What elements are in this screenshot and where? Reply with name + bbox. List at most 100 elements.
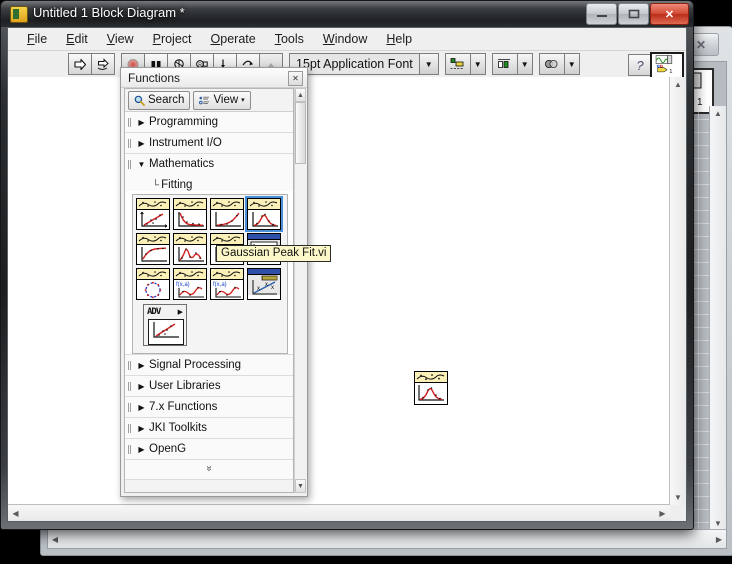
menu-tools[interactable]: Tools (266, 30, 313, 48)
chevron-right-icon: ▶ (177, 309, 183, 316)
run-continuously-icon[interactable] (92, 54, 114, 74)
palette-advanced-subpalette[interactable]: ADV ▶ (143, 304, 187, 346)
scroll-up-icon[interactable]: ▲ (710, 106, 726, 120)
palette-category-label: Programming (149, 116, 219, 128)
palette-vi-nonlinear-curve-fit[interactable]: f(x,a) (173, 268, 207, 300)
palette-category-programming[interactable]: ▶ Programming (125, 112, 293, 133)
palette-body: Search View ▾ ▶ Programming ▶ Instrument… (124, 88, 294, 493)
palette-category-instrument-io[interactable]: ▶ Instrument I/O (125, 133, 293, 154)
scroll-left-icon[interactable]: ◀ (8, 505, 23, 521)
list-view-icon (199, 95, 210, 106)
menu-file[interactable]: FFileile (18, 30, 56, 48)
menu-help[interactable]: Help (377, 30, 421, 48)
palette-subcategory-fitting[interactable]: └ Fitting (125, 174, 293, 191)
scroll-down-icon[interactable]: ▼ (295, 479, 306, 493)
front-panel-vscrollbar[interactable]: ▲ ▼ (709, 106, 726, 530)
palette-vi-fitting-express[interactable]: x x x (247, 268, 281, 300)
block-diagram-canvas[interactable]: ▲ ▼ ◀ ▶ (8, 77, 686, 521)
palette-category-signal-processing[interactable]: ▶ Signal Processing (125, 354, 293, 376)
block-diagram-vi-icon[interactable]: 1 (650, 52, 684, 80)
palette-vi-logarithm-fit[interactable] (136, 233, 170, 265)
chevron-down-icon[interactable]: ▼ (469, 54, 485, 74)
palette-vi-power-fit[interactable] (210, 198, 244, 230)
vi-plot (248, 210, 280, 230)
close-button[interactable]: ✕ (650, 3, 689, 25)
scroll-down-icon[interactable]: ▼ (710, 516, 726, 530)
svg-text:x: x (265, 282, 268, 288)
drag-grip-icon (125, 402, 134, 412)
palette-vi-exponential-fit[interactable] (173, 198, 207, 230)
vi-band (174, 199, 206, 210)
palette-vi-polynomial-fit[interactable] (173, 233, 207, 265)
labview-vi-icon (10, 6, 28, 23)
chevron-right-icon: ▶ (138, 360, 145, 370)
menu-project[interactable]: Project (144, 30, 201, 48)
palette-category-openg[interactable]: ▶ OpenG (125, 439, 293, 460)
canvas-vscrollbar[interactable]: ▲ ▼ (669, 77, 686, 505)
reorder-button[interactable]: ▼ (538, 53, 580, 75)
palette-category-label: Mathematics (149, 158, 215, 170)
palette-subcategory-label: Fitting (161, 179, 193, 191)
front-panel-hscrollbar[interactable]: ◀ ▶ (48, 529, 726, 548)
chevron-down-icon: ▾ (241, 97, 245, 104)
context-help-button[interactable]: ? (628, 54, 652, 76)
block-diagram-window[interactable]: Untitled 1 Block Diagram * ✕ FFileile Ed… (0, 0, 694, 530)
palette-search-button[interactable]: Search (128, 90, 191, 110)
magnifier-icon (134, 95, 145, 106)
vi-node-gaussian-peak-fit[interactable] (414, 371, 448, 405)
scroll-left-icon[interactable]: ◀ (48, 530, 62, 548)
scroll-right-icon[interactable]: ▶ (655, 505, 670, 521)
palette-view-label: View (213, 94, 239, 106)
scroll-right-icon[interactable]: ▶ (712, 530, 726, 548)
palette-scroll-thumb[interactable] (295, 102, 306, 164)
drag-grip-icon (125, 159, 134, 169)
menu-window[interactable]: Window (314, 30, 376, 48)
svg-text:1: 1 (669, 69, 672, 74)
vi-plot: f(x,a) (174, 280, 206, 300)
font-selector[interactable]: 15pt Application Font ▼ (289, 53, 439, 75)
menu-view[interactable]: View (98, 30, 143, 48)
vi-plot (137, 280, 169, 300)
palette-vi-fit-on-circle[interactable] (136, 268, 170, 300)
palette-category-label: JKI Toolkits (149, 422, 207, 434)
vi-band (248, 199, 280, 210)
menu-edit[interactable]: Edit (57, 30, 97, 48)
restore-button[interactable] (618, 3, 649, 25)
chevron-down-icon[interactable]: ▼ (563, 54, 579, 74)
palette-category-7x-functions[interactable]: ▶ 7.x Functions (125, 397, 293, 418)
palette-expand-more-button[interactable]: » (125, 460, 293, 479)
drag-grip-icon (125, 423, 134, 433)
scroll-up-icon[interactable]: ▲ (670, 77, 686, 92)
palette-view-button[interactable]: View ▾ (193, 90, 251, 110)
minimize-button[interactable] (586, 3, 617, 25)
chevron-right-icon: ▶ (138, 423, 145, 433)
palette-vscrollbar[interactable]: ▲ ▼ (294, 88, 306, 493)
palette-title: Functions (128, 71, 181, 85)
palette-vi-linear-fit[interactable] (136, 198, 170, 230)
svg-text:f(x,a): f(x,a) (176, 282, 190, 288)
vi-plot: f(x,a) (211, 280, 243, 300)
title-bar[interactable]: Untitled 1 Block Diagram * ✕ (1, 1, 693, 27)
chevron-down-icon: ▼ (137, 159, 146, 169)
chevron-down-icon[interactable]: ▼ (418, 54, 438, 74)
chevron-down-icon[interactable]: ▼ (516, 54, 532, 74)
palette-vi-constrained-nonlinear-fit[interactable]: f(x,a) (210, 268, 244, 300)
run-arrow-icon[interactable] (69, 54, 92, 74)
canvas-hscrollbar[interactable]: ◀ ▶ (8, 504, 670, 521)
align-objects-button[interactable]: ▼ (444, 53, 486, 75)
scroll-up-icon[interactable]: ▲ (295, 88, 306, 102)
palette-vi-gaussian-peak-fit[interactable] (245, 196, 283, 232)
palette-header[interactable]: Functions ✕ (121, 68, 307, 88)
drag-grip-icon (125, 360, 134, 370)
vi-band (211, 199, 243, 210)
scroll-down-icon[interactable]: ▼ (670, 490, 686, 505)
functions-palette[interactable]: Functions ✕ Search View ▾ ▶ Programming … (120, 67, 308, 497)
palette-close-button[interactable]: ✕ (288, 71, 303, 86)
tooltip-gaussian-peak-fit: Gaussian Peak Fit.vi (216, 245, 332, 262)
palette-category-user-libraries[interactable]: ▶ User Libraries (125, 376, 293, 397)
palette-category-mathematics[interactable]: ▼ Mathematics (125, 154, 293, 174)
distribute-objects-button[interactable]: ▼ (491, 53, 533, 75)
vi-plot (174, 245, 206, 265)
menu-operate[interactable]: Operate (202, 30, 265, 48)
palette-category-jki-toolkits[interactable]: ▶ JKI Toolkits (125, 418, 293, 439)
